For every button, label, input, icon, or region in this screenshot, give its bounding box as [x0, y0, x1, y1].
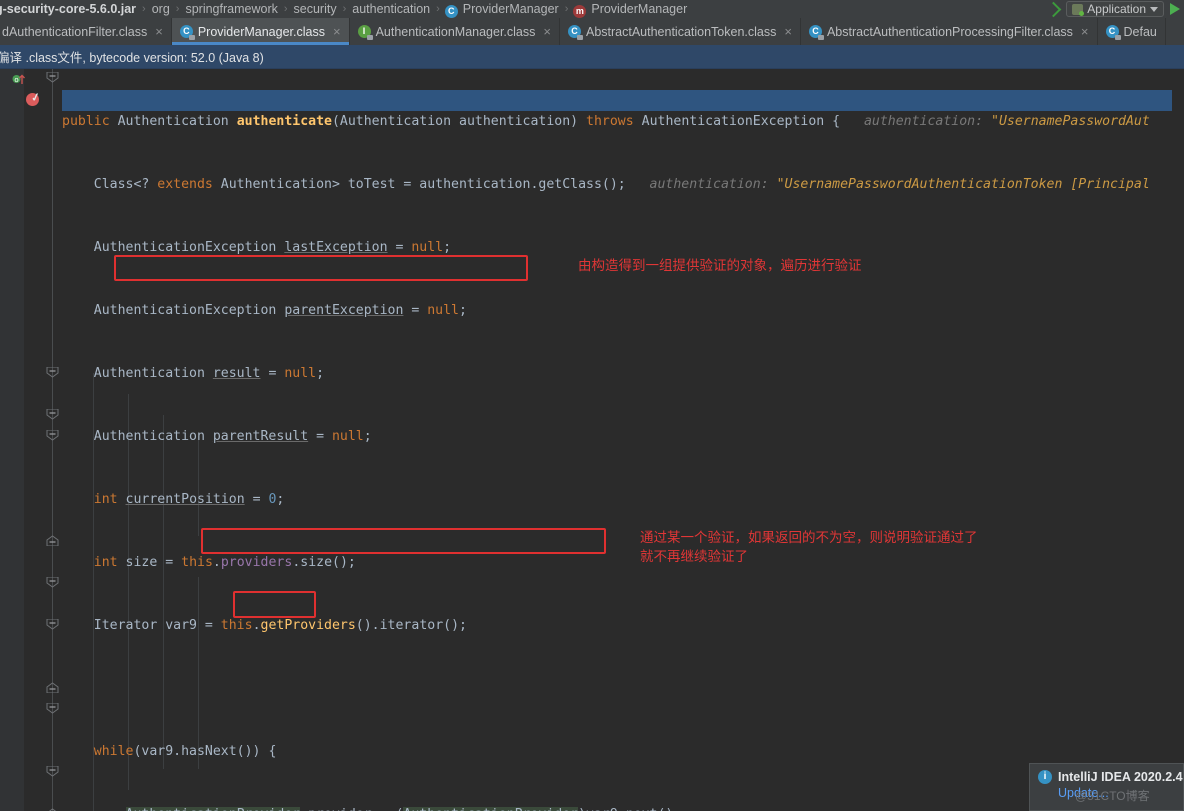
breadcrumb-item-method[interactable]: ProviderManager [590, 2, 688, 16]
tab-label: ProviderManager.class [197, 24, 325, 39]
run-button[interactable] [1170, 3, 1180, 15]
code-line: int size = this.providers.size(); [93, 555, 356, 570]
gutter-icons: o ✓ [0, 69, 44, 811]
fold-marker[interactable] [46, 367, 59, 378]
class-icon: C [567, 25, 583, 40]
breakpoint-verified-check-icon: ✓ [29, 91, 42, 105]
code-line: Authentication result = null; [62, 366, 325, 381]
implementing-method-icon[interactable]: o [12, 73, 26, 87]
close-icon[interactable]: × [1081, 24, 1089, 39]
breadcrumb-item-class[interactable]: ProviderManager [462, 2, 560, 16]
run-configuration-selector[interactable]: Application [1066, 1, 1164, 17]
class-icon: C [179, 25, 195, 40]
notification-header: i IntelliJ IDEA 2020.2.4 [1030, 764, 1183, 784]
fold-marker-end[interactable] [46, 682, 59, 693]
code-line: Class<? extends Authentication> toTest =… [62, 177, 1150, 192]
code-line: while(var9.hasNext()) { [93, 744, 277, 759]
code-line: AuthenticationException parentException … [62, 303, 467, 318]
tab-label: dAuthenticationFilter.class [2, 24, 148, 39]
breadcrumb-separator: › [342, 3, 347, 15]
breadcrumb-item-org[interactable]: org [151, 2, 171, 16]
close-icon[interactable]: × [784, 24, 792, 39]
fold-marker[interactable] [46, 577, 59, 588]
code-line: public Authentication authenticate(Authe… [62, 114, 1150, 129]
intellij-idea-window: g-security-core-5.6.0.jar › org › spring… [0, 0, 1184, 811]
lock-icon [366, 35, 373, 40]
fold-marker[interactable] [46, 619, 59, 630]
editor-tab-bar: dAuthenticationFilter.class × C Provider… [0, 18, 1184, 45]
tab-ProviderManager[interactable]: C ProviderManager.class × [171, 18, 350, 45]
fold-marker[interactable] [46, 430, 59, 441]
code-line: Iterator var9 = this.getProviders().iter… [62, 618, 467, 633]
interface-icon: I [357, 25, 373, 40]
breadcrumb-item-jar[interactable]: g-security-core-5.6.0.jar [0, 2, 137, 16]
breadcrumb-separator: › [175, 3, 180, 15]
lock-icon [188, 35, 195, 40]
class-icon: C [1105, 25, 1121, 40]
banner-text: 偏译 .class文件, bytecode version: 52.0 (Jav… [0, 51, 264, 65]
code-line: int currentPosition = 0; [93, 492, 285, 507]
class-icon: C [808, 25, 824, 40]
arrow-hook-icon [1046, 2, 1060, 16]
fold-marker[interactable] [46, 703, 59, 714]
code-line: AuthenticationProvider provider = (Authe… [62, 804, 1150, 811]
chevron-down-icon[interactable] [1150, 6, 1158, 12]
tab-label: Defau [1123, 24, 1157, 39]
code-content[interactable]: public Authentication authenticate(Authe… [62, 69, 1150, 811]
method-icon: m [573, 4, 587, 18]
notification-title: IntelliJ IDEA 2020.2.4 [1058, 770, 1183, 784]
breadcrumb-item-springframework[interactable]: springframework [184, 2, 278, 16]
fold-marker[interactable] [46, 409, 59, 420]
run-configuration-name: Application [1087, 2, 1146, 16]
breadcrumb-item-security[interactable]: security [293, 2, 338, 16]
breadcrumb-bar: g-security-core-5.6.0.jar › org › spring… [0, 0, 1184, 18]
tab-label: AbstractAuthenticationProcessingFilter.c… [826, 24, 1073, 39]
tab-AbstractAuthenticationToken[interactable]: C AbstractAuthenticationToken.class × [560, 18, 801, 45]
tab-Default[interactable]: C Defau [1098, 18, 1166, 45]
annotation-text-iterator: 由构造得到一组提供验证的对象，遍历进行验证 [578, 258, 862, 274]
breadcrumb-separator: › [283, 3, 288, 15]
code-folding-column[interactable] [44, 69, 62, 811]
class-icon: C [444, 4, 458, 18]
run-toolbar: Application [1046, 0, 1184, 18]
watermark-text: @51CTO博客 [1075, 789, 1150, 803]
application-icon [1072, 3, 1085, 16]
code-editor[interactable]: o ✓ public Authentication authenticate(A… [0, 69, 1184, 811]
breadcrumb-separator: › [142, 3, 146, 15]
breadcrumb-separator: › [436, 3, 440, 15]
close-icon[interactable]: × [543, 24, 551, 39]
lock-icon [1114, 35, 1121, 40]
fold-marker[interactable] [46, 72, 59, 83]
lock-icon [576, 35, 583, 40]
code-line: Authentication parentResult = null; [62, 429, 372, 444]
fold-marker-end[interactable] [46, 535, 59, 546]
fold-marker[interactable] [46, 766, 59, 777]
tab-label: AuthenticationManager.class [375, 24, 536, 39]
error-stripe-scrollbar[interactable] [1172, 69, 1184, 811]
lock-icon [817, 35, 824, 40]
tab-AbstractAuthenticationProcessingFilter[interactable]: C AbstractAuthenticationProcessingFilter… [801, 18, 1098, 45]
svg-text:o: o [14, 76, 18, 84]
close-icon[interactable]: × [155, 24, 163, 39]
breadcrumb-item-authentication[interactable]: authentication [351, 2, 431, 16]
tab-label: AbstractAuthenticationToken.class [585, 24, 777, 39]
tab-AuthenticationManager[interactable]: I AuthenticationManager.class × [350, 18, 560, 45]
code-line: AuthenticationException lastException = … [62, 240, 452, 255]
annotation-text-authenticate-l1: 通过某一个验证，如果返回的不为空，则说明验证通过了 [640, 530, 978, 546]
decompiled-file-banner: 偏译 .class文件, bytecode version: 52.0 (Jav… [0, 45, 1184, 69]
breadcrumb-separator: › [564, 3, 569, 15]
close-icon[interactable]: × [333, 24, 341, 39]
tab-dAuthenticationFilter[interactable]: dAuthenticationFilter.class × [0, 18, 172, 45]
info-icon: i [1038, 770, 1052, 784]
annotation-text-authenticate-l2: 就不再继续验证了 [640, 549, 748, 565]
